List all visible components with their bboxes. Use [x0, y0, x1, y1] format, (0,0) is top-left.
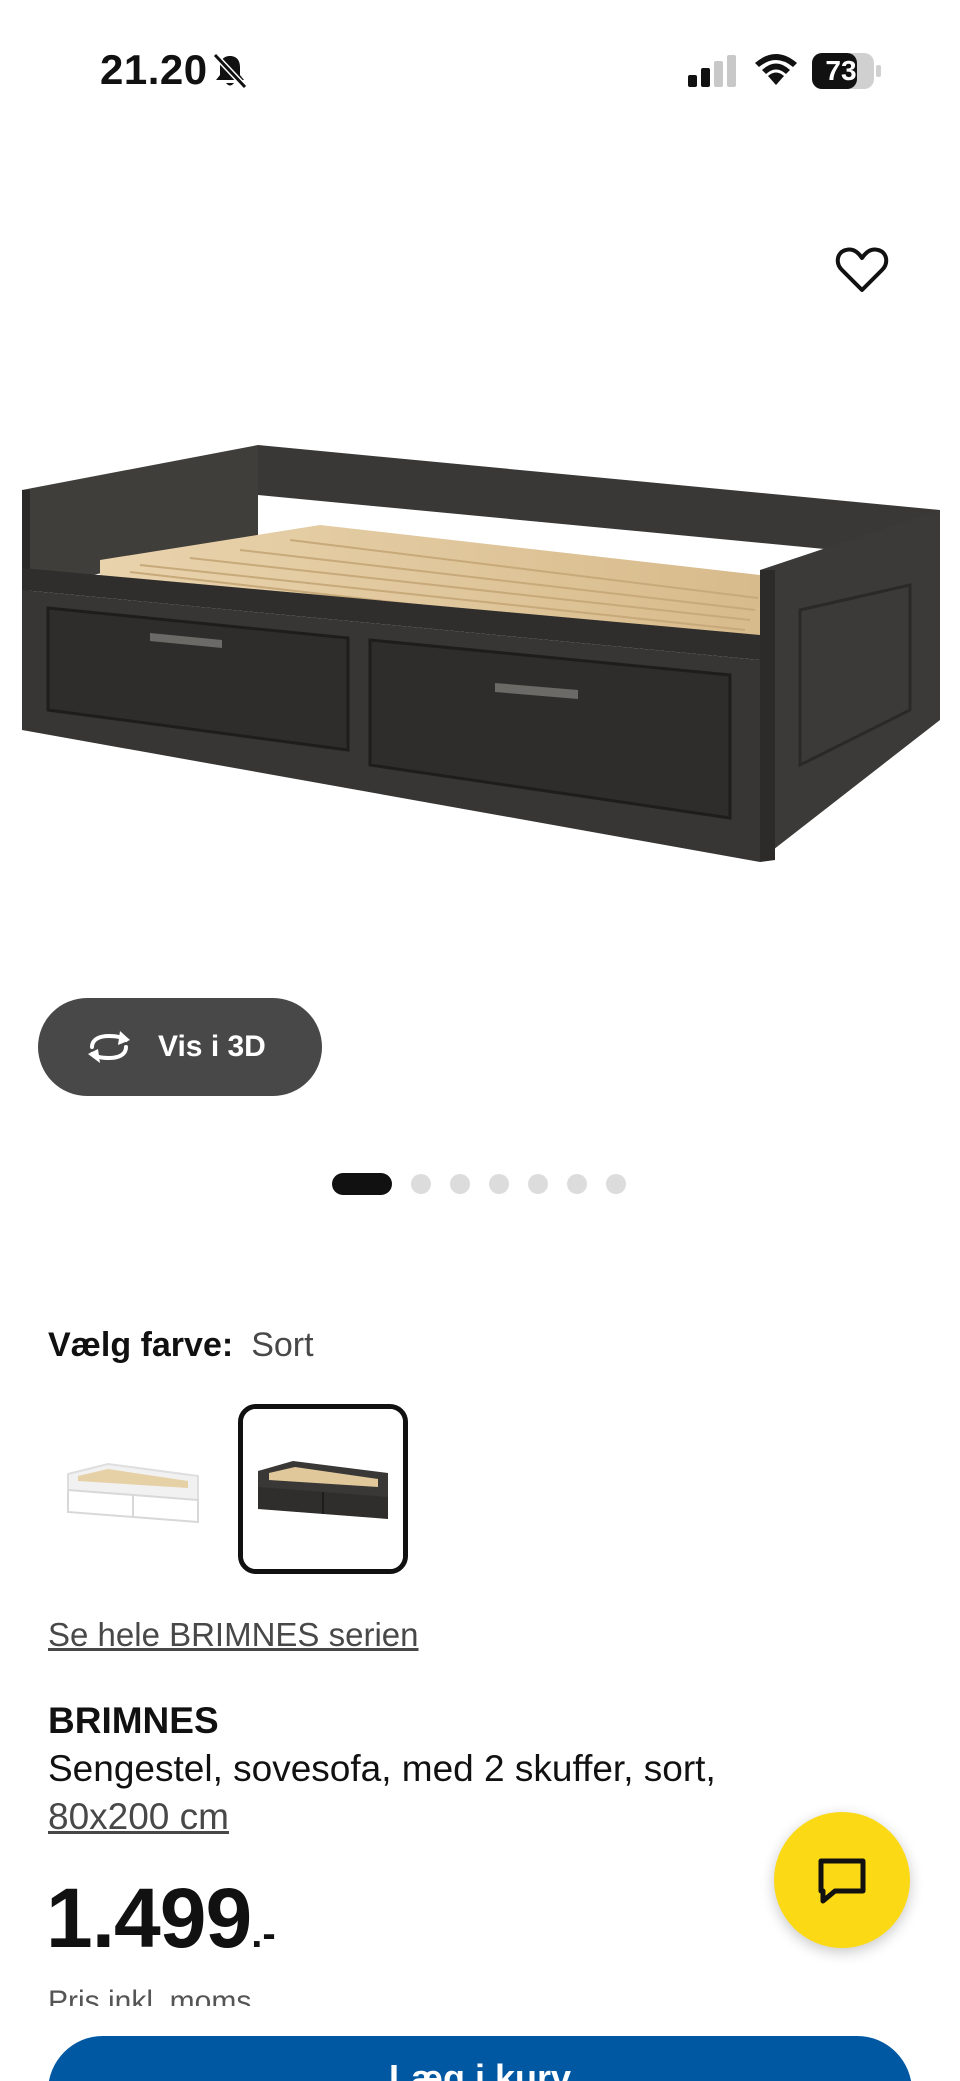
color-selected-value: Sort	[251, 1326, 314, 1364]
product-page: 21.20 73 Vis i 3D Vælg farve: Sort Se he…	[0, 0, 960, 2081]
carousel-dot[interactable]	[411, 1174, 431, 1194]
product-description: Sengestel, sovesofa, med 2 skuffer, sort…	[48, 1748, 716, 1789]
bell-muted-icon	[212, 52, 248, 90]
black-daybed-thumbnail	[243, 1409, 403, 1569]
price-suffix: .-	[251, 1912, 276, 1956]
product-size-link[interactable]: 80x200 cm	[48, 1796, 229, 1838]
price-amount: 1.499	[46, 1871, 252, 1965]
white-daybed-thumbnail	[48, 1404, 218, 1574]
product-image	[22, 445, 940, 862]
series-link[interactable]: Se hele BRIMNES serien	[48, 1616, 419, 1654]
carousel-dot[interactable]	[567, 1174, 587, 1194]
carousel-dot[interactable]	[606, 1174, 626, 1194]
carousel-dot-active[interactable]	[332, 1173, 392, 1195]
carousel-dot[interactable]	[450, 1174, 470, 1194]
chat-icon	[818, 1858, 866, 1904]
carousel-dot[interactable]	[528, 1174, 548, 1194]
view-3d-button[interactable]: Vis i 3D	[38, 998, 322, 1096]
heart-icon[interactable]	[832, 240, 892, 300]
color-swatch-black[interactable]	[238, 1404, 408, 1574]
status-bar: 21.20 73	[0, 0, 960, 140]
battery-level: 73	[825, 55, 857, 86]
chat-button[interactable]	[774, 1812, 910, 1948]
image-carousel-dots[interactable]	[332, 1172, 626, 1196]
color-label: Vælg farve:	[48, 1326, 234, 1364]
signal-icon	[688, 55, 736, 87]
carousel-dot[interactable]	[489, 1174, 509, 1194]
add-to-cart-button[interactable]: Læg i kurv	[48, 2036, 912, 2081]
view-3d-label: Vis i 3D	[158, 1030, 266, 1063]
wifi-icon	[755, 54, 797, 85]
clock: 21.20	[100, 46, 208, 93]
product-name: BRIMNES	[48, 1700, 219, 1741]
color-selector-label: Vælg farve: Sort	[48, 1326, 314, 1365]
product-price: 1.499 .-	[46, 1876, 276, 1960]
color-swatch-white[interactable]	[48, 1404, 218, 1574]
price-note: Pris inkl. moms	[48, 1985, 252, 2006]
rotate-icon	[88, 1031, 130, 1063]
